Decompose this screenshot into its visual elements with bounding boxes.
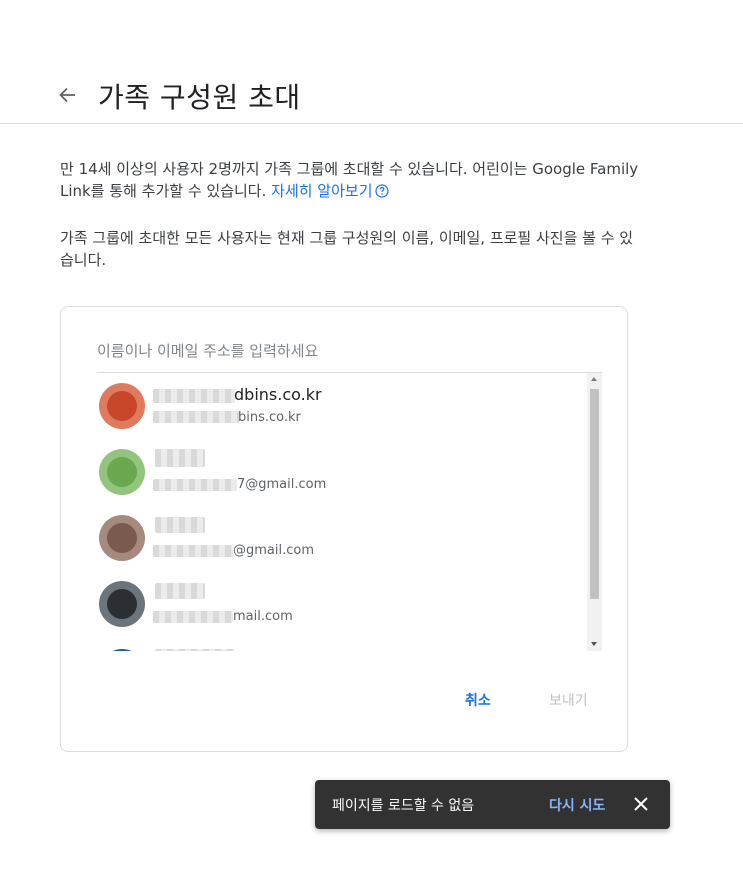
contact-email: mail.com: [233, 609, 293, 624]
search-input[interactable]: [97, 336, 602, 366]
scroll-thumb[interactable]: [590, 389, 599, 599]
avatar: [99, 449, 145, 495]
contact-item[interactable]: 7@gmail.com: [97, 445, 587, 505]
privacy-notice: 가족 그룹에 초대한 모든 사용자는 현재 그룹 구성원의 이름, 이메일, 프…: [60, 229, 634, 269]
learn-more-link[interactable]: 자세히 알아보기: [271, 182, 372, 200]
contact-list-scrollbar[interactable]: [587, 373, 602, 651]
snackbar-message: 페이지를 로드할 수 없음: [332, 798, 475, 814]
contact-item[interactable]: dbins.co.kr bins.co.kr: [97, 381, 587, 441]
page-header: 가족 구성원 초대: [0, 0, 743, 124]
snackbar-close-button[interactable]: [631, 794, 651, 814]
retry-button[interactable]: 다시 시도: [549, 795, 605, 815]
help-circle-icon[interactable]: [374, 184, 389, 198]
scroll-down-arrow-icon[interactable]: [591, 642, 597, 646]
error-snackbar: 페이지를 로드할 수 없음 다시 시도: [315, 780, 670, 829]
arrow-back-icon: [59, 87, 75, 103]
invite-description: 만 14세 이상의 사용자 2명까지 가족 그룹에 초대할 수 있습니다. 어린…: [60, 158, 640, 202]
contact-item[interactable]: [97, 643, 587, 651]
contact-email: 7@gmail.com: [237, 477, 327, 492]
avatar: [99, 649, 145, 651]
contact-email: bins.co.kr: [238, 410, 301, 425]
contact-item[interactable]: mail.com: [97, 577, 587, 637]
avatar: [99, 581, 145, 627]
page-title: 가족 구성원 초대: [98, 81, 301, 114]
avatar: [99, 515, 145, 561]
send-button[interactable]: 보내기: [549, 690, 588, 710]
cancel-button[interactable]: 취소: [465, 690, 491, 710]
close-icon: [634, 797, 648, 811]
contact-suggestion-list: dbins.co.kr bins.co.kr 7@gmail.com @gmai…: [97, 373, 587, 651]
scroll-up-arrow-icon[interactable]: [591, 377, 597, 381]
contact-email: @gmail.com: [233, 543, 315, 558]
back-button[interactable]: [56, 84, 78, 106]
contact-name: dbins.co.kr: [234, 385, 322, 404]
contact-item[interactable]: @gmail.com: [97, 511, 587, 571]
avatar: [99, 383, 145, 429]
